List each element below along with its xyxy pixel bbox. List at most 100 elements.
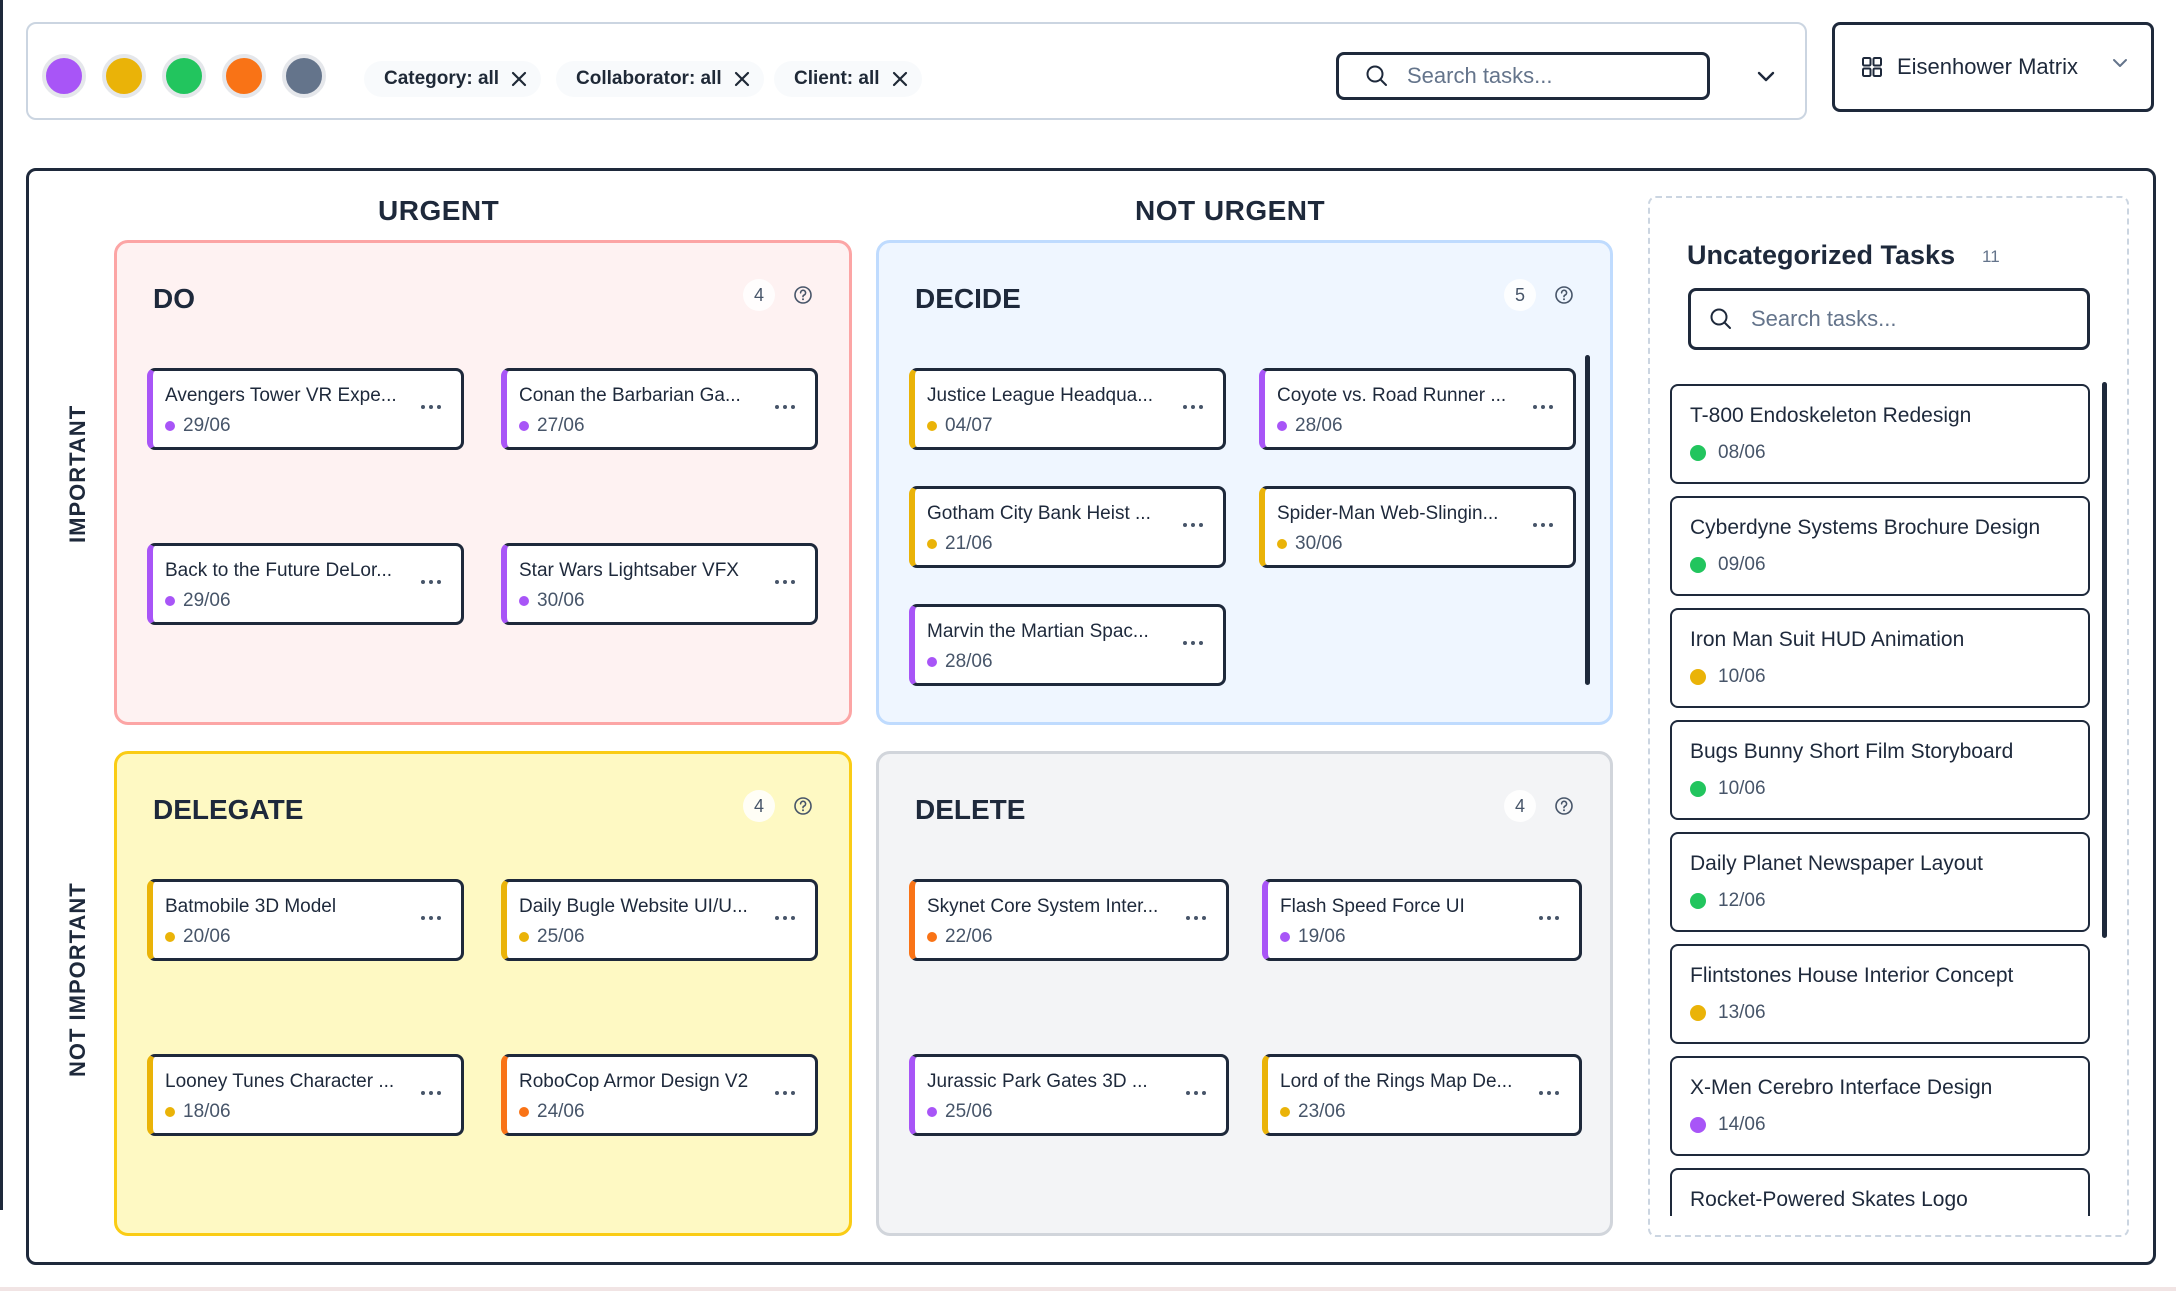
color-filter-yellow[interactable] [102, 54, 146, 98]
uncategorized-task-card[interactable]: Cyberdyne Systems Brochure Design 09/06 [1670, 496, 2090, 596]
task-due-date: 12/06 [1690, 890, 1766, 912]
task-date-text: 10/06 [1718, 778, 1766, 799]
task-card[interactable]: Marvin the Martian Spac... 28/06 [909, 604, 1226, 686]
task-date-text: 10/06 [1718, 666, 1766, 687]
task-card[interactable]: Back to the Future DeLor... 29/06 [147, 543, 464, 625]
task-card[interactable]: Star Wars Lightsaber VFX 30/06 [501, 543, 818, 625]
more-options-icon[interactable] [1181, 515, 1205, 535]
task-search-box[interactable] [1336, 52, 1710, 100]
help-icon[interactable] [1554, 796, 1574, 816]
more-options-icon[interactable] [1184, 908, 1208, 928]
more-options-icon[interactable] [773, 908, 797, 928]
more-options-icon[interactable] [1537, 1083, 1561, 1103]
task-color-dot [1277, 421, 1287, 431]
close-icon[interactable] [734, 71, 750, 87]
help-icon[interactable] [793, 796, 813, 816]
task-due-date: 22/06 [927, 926, 993, 948]
task-card[interactable]: Batmobile 3D Model 20/06 [147, 879, 464, 961]
help-icon[interactable] [1554, 285, 1574, 305]
task-date-text: 04/07 [945, 415, 993, 436]
collaborator-filter-chip[interactable]: Collaborator: all [556, 61, 764, 97]
more-options-icon[interactable] [419, 1083, 443, 1103]
task-title: Rocket-Powered Skates Logo [1690, 1188, 1968, 1211]
task-color-dot [927, 657, 937, 667]
task-color-dot [927, 539, 937, 549]
task-card[interactable]: Looney Tunes Character ... 18/06 [147, 1054, 464, 1136]
task-due-date: 30/06 [519, 590, 585, 612]
task-date-text: 21/06 [945, 533, 993, 554]
color-filter-gray[interactable] [282, 54, 326, 98]
uncategorized-task-card[interactable]: Flintstones House Interior Concept 13/06 [1670, 944, 2090, 1044]
category-filter-chip[interactable]: Category: all [364, 61, 542, 97]
task-title: Flintstones House Interior Concept [1690, 964, 2014, 987]
task-date-text: 18/06 [183, 1101, 231, 1122]
task-title: Back to the Future DeLor... [165, 560, 393, 581]
quadrant-delete: DELETE 4 Skynet Core System Inter... 22/… [876, 751, 1613, 1236]
more-options-icon[interactable] [419, 572, 443, 592]
close-icon[interactable] [511, 71, 527, 87]
uncategorized-task-card[interactable]: X-Men Cerebro Interface Design 14/06 [1670, 1056, 2090, 1156]
uncategorized-task-card[interactable]: Daily Planet Newspaper Layout 12/06 [1670, 832, 2090, 932]
more-options-icon[interactable] [1531, 515, 1555, 535]
filter-expand-toggle[interactable] [1751, 62, 1781, 92]
more-options-icon[interactable] [773, 572, 797, 592]
task-card[interactable]: Avengers Tower VR Expe... 29/06 [147, 368, 464, 450]
uncategorized-scrollbar[interactable] [2102, 382, 2107, 938]
row-header-important: IMPORTANT [65, 404, 90, 543]
uncategorized-task-card[interactable]: Bugs Bunny Short Film Storyboard 10/06 [1670, 720, 2090, 820]
task-color-dot [165, 1107, 175, 1117]
help-icon[interactable] [793, 285, 813, 305]
task-title: Iron Man Suit HUD Animation [1690, 628, 1965, 651]
task-card[interactable]: RoboCop Armor Design V2 24/06 [501, 1054, 818, 1136]
more-options-icon[interactable] [1531, 397, 1555, 417]
task-card[interactable]: Justice League Headqua... 04/07 [909, 368, 1226, 450]
task-card[interactable]: Conan the Barbarian Ga... 27/06 [501, 368, 818, 450]
task-search-input[interactable] [1407, 63, 1697, 89]
color-filter-orange[interactable] [222, 54, 266, 98]
task-due-date: 28/06 [1277, 415, 1343, 437]
category-filter-label: Category: all [384, 68, 500, 89]
task-card[interactable]: Lord of the Rings Map De... 23/06 [1262, 1054, 1582, 1136]
uncategorized-search-input[interactable] [1751, 306, 2041, 332]
task-color-dot [519, 932, 529, 942]
task-date-text: 19/06 [1298, 926, 1346, 947]
task-color-dot [519, 596, 529, 606]
task-card[interactable]: Daily Bugle Website UI/U... 25/06 [501, 879, 818, 961]
uncategorized-task-list[interactable]: T-800 Endoskeleton Redesign 08/06 Cyberd… [1670, 384, 2095, 1216]
more-options-icon[interactable] [1184, 1083, 1208, 1103]
uncategorized-task-card[interactable]: T-800 Endoskeleton Redesign 08/06 [1670, 384, 2090, 484]
task-due-date: 27/06 [519, 415, 585, 437]
close-icon[interactable] [892, 71, 908, 87]
uncategorized-search-box[interactable] [1688, 288, 2090, 350]
task-card[interactable]: Jurassic Park Gates 3D ... 25/06 [909, 1054, 1229, 1136]
task-date-text: 30/06 [537, 590, 585, 611]
task-color-dot [165, 932, 175, 942]
color-filter-purple[interactable] [42, 54, 86, 98]
uncategorized-task-card[interactable]: Rocket-Powered Skates Logo [1670, 1168, 2090, 1216]
task-card[interactable]: Spider-Man Web-Slingin... 30/06 [1259, 486, 1576, 568]
chevron-down-icon [1757, 71, 1775, 82]
task-card[interactable]: Coyote vs. Road Runner ... 28/06 [1259, 368, 1576, 450]
quadrant-count-badge: 5 [1504, 279, 1536, 311]
task-title: Justice League Headqua... [927, 385, 1154, 406]
task-color-dot [1277, 539, 1287, 549]
task-card[interactable]: Skynet Core System Inter... 22/06 [909, 879, 1229, 961]
more-options-icon[interactable] [1181, 633, 1205, 653]
color-filter-green[interactable] [162, 54, 206, 98]
task-card[interactable]: Flash Speed Force UI 19/06 [1262, 879, 1582, 961]
quadrant-scrollbar[interactable] [1585, 355, 1590, 685]
more-options-icon[interactable] [1537, 908, 1561, 928]
more-options-icon[interactable] [1181, 397, 1205, 417]
view-selector[interactable]: Eisenhower Matrix [1832, 22, 2154, 112]
row-header-not-important: NOT IMPORTANT [65, 882, 90, 1077]
quadrant-delegate: DELEGATE 4 Batmobile 3D Model 20/06 Dail… [114, 751, 852, 1236]
more-options-icon[interactable] [773, 1083, 797, 1103]
uncategorized-task-card[interactable]: Iron Man Suit HUD Animation 10/06 [1670, 608, 2090, 708]
client-filter-chip[interactable]: Client: all [774, 61, 922, 97]
task-card[interactable]: Gotham City Bank Heist ... 21/06 [909, 486, 1226, 568]
more-options-icon[interactable] [419, 908, 443, 928]
task-title: Star Wars Lightsaber VFX [519, 560, 739, 581]
task-color-dot [519, 1107, 529, 1117]
more-options-icon[interactable] [419, 397, 443, 417]
more-options-icon[interactable] [773, 397, 797, 417]
